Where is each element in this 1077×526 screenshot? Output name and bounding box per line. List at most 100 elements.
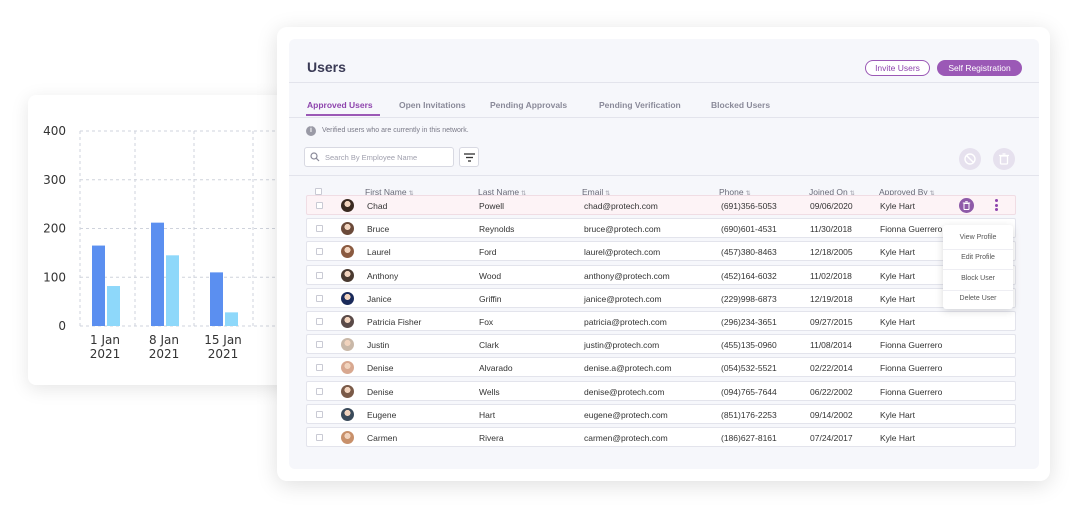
avatar bbox=[341, 245, 354, 259]
bar-2-1 bbox=[107, 286, 120, 326]
cell-last-name: Ford bbox=[479, 247, 497, 258]
table-row[interactable]: Chad Powell chad@protech.com (691)356-5053 0… bbox=[306, 195, 1016, 215]
table-row[interactable]: Carmen Rivera carmen@protech.com (186)627-8… bbox=[306, 427, 1016, 447]
menu-delete-user[interactable]: Delete User bbox=[943, 295, 1013, 302]
bar-2-3 bbox=[225, 312, 238, 326]
cell-last-name: Reynolds bbox=[479, 224, 515, 235]
page-title: Users bbox=[307, 59, 346, 75]
avatar bbox=[341, 431, 354, 444]
cell-approved-by: Kyle Hart bbox=[880, 409, 915, 420]
cell-joined-on: 11/08/2014 bbox=[810, 340, 852, 351]
row-checkbox[interactable] bbox=[316, 364, 323, 372]
tab-blocked-users[interactable]: Blocked Users bbox=[711, 100, 770, 110]
cell-joined-on: 06/22/2002 bbox=[810, 386, 853, 397]
cell-approved-by: Kyle Hart bbox=[880, 270, 915, 281]
table-row[interactable]: Laurel Ford laurel@protech.com (457)380-846… bbox=[306, 241, 1016, 262]
block-icon bbox=[964, 153, 976, 165]
menu-edit-profile[interactable]: Edit Profile bbox=[943, 254, 1013, 261]
invite-users-button[interactable]: Invite Users bbox=[865, 60, 930, 76]
avatar bbox=[341, 268, 354, 282]
cell-first-name: Denise bbox=[367, 363, 394, 374]
table-row[interactable]: Anthony Wood anthony@protech.com (452)164-6… bbox=[306, 264, 1016, 285]
menu-view-profile[interactable]: View Profile bbox=[943, 234, 1013, 241]
avatar bbox=[341, 361, 354, 375]
cell-joined-on: 02/22/2014 bbox=[810, 363, 853, 374]
y-tick-label: 0 bbox=[58, 319, 66, 333]
avatar bbox=[341, 222, 354, 236]
cell-approved-by: Fionna Guerrero bbox=[880, 224, 943, 235]
cell-last-name: Wells bbox=[479, 386, 500, 397]
row-checkbox[interactable] bbox=[316, 410, 323, 418]
cell-approved-by: Kyle Hart bbox=[880, 201, 915, 211]
search-input[interactable] bbox=[325, 151, 450, 164]
bar-chart: 01002003004001 Jan20218 Jan202115 Jan202… bbox=[43, 124, 298, 361]
cell-last-name: Powell bbox=[479, 201, 505, 211]
cell-joined-on: 11/02/2018 bbox=[810, 270, 852, 281]
info-text: Verified users who are currently in this… bbox=[322, 127, 469, 134]
cell-joined-on: 12/19/2018 bbox=[810, 293, 853, 304]
avatar bbox=[341, 315, 354, 328]
tabs-divider bbox=[289, 117, 1039, 118]
table-row[interactable]: Janice Griffin janice@protech.com (229)998-… bbox=[306, 287, 1016, 308]
bar-1-1 bbox=[92, 245, 105, 326]
row-checkbox[interactable] bbox=[316, 434, 323, 441]
x-tick-label: 15 Jan bbox=[204, 333, 242, 347]
cell-approved-by: Kyle Hart bbox=[880, 293, 915, 304]
tab-approved-users[interactable]: Approved Users bbox=[307, 100, 373, 110]
cell-first-name: Chad bbox=[367, 201, 388, 211]
table-row[interactable]: Justin Clark justin@protech.com (455)135-09… bbox=[306, 334, 1016, 355]
avatar bbox=[341, 407, 354, 421]
row-more-icon[interactable] bbox=[995, 199, 999, 213]
menu-divider bbox=[943, 269, 1013, 270]
cell-joined-on: 09/14/2002 bbox=[810, 409, 853, 420]
cell-email: bruce@protech.com bbox=[584, 224, 661, 235]
cell-last-name: Fox bbox=[479, 317, 494, 327]
row-checkbox[interactable] bbox=[316, 202, 323, 209]
y-tick-label: 200 bbox=[43, 222, 66, 236]
cell-phone: (054)532-5521 bbox=[721, 363, 777, 374]
cell-first-name: Patricia Fisher bbox=[367, 317, 422, 327]
table-row[interactable]: Bruce Reynolds bruce@protech.com (690)601-4… bbox=[306, 218, 1016, 239]
tab-open-invitations[interactable]: Open Invitations bbox=[399, 100, 466, 110]
table-row[interactable]: Eugene Hart eugene@protech.com (851)176-225… bbox=[306, 403, 1016, 424]
row-checkbox[interactable] bbox=[316, 387, 323, 395]
row-checkbox[interactable] bbox=[316, 248, 323, 256]
row-checkbox[interactable] bbox=[316, 294, 323, 302]
cell-phone: (690)601-4531 bbox=[721, 224, 777, 235]
cell-email: patricia@protech.com bbox=[584, 317, 667, 327]
cell-email: carmen@protech.com bbox=[584, 433, 668, 443]
cell-email: justin@protech.com bbox=[584, 340, 660, 351]
filter-button[interactable] bbox=[459, 147, 479, 167]
cell-approved-by: Fionna Guerrero bbox=[880, 386, 943, 397]
select-all-checkbox[interactable] bbox=[315, 188, 322, 195]
cell-last-name: Alvarado bbox=[479, 363, 513, 374]
avatar bbox=[341, 384, 354, 398]
cell-first-name: Denise bbox=[367, 386, 394, 397]
row-context-menu: View Profile Edit Profile Block User Del… bbox=[943, 225, 1013, 309]
table-row[interactable]: Denise Alvarado denise.a@protech.com (054)5… bbox=[306, 357, 1016, 378]
block-selected-button[interactable] bbox=[959, 148, 981, 170]
row-checkbox[interactable] bbox=[316, 271, 323, 279]
x-tick-label: 1 Jan bbox=[90, 333, 120, 347]
cell-phone: (094)765-7644 bbox=[721, 386, 777, 397]
cell-phone: (457)380-8463 bbox=[721, 247, 777, 258]
search-box[interactable] bbox=[304, 147, 454, 167]
row-delete-button[interactable] bbox=[959, 198, 974, 213]
row-checkbox[interactable] bbox=[316, 318, 323, 325]
row-checkbox[interactable] bbox=[316, 225, 323, 233]
cell-last-name: Rivera bbox=[479, 433, 504, 443]
header-divider bbox=[289, 82, 1039, 83]
active-tab-indicator bbox=[306, 114, 380, 116]
row-checkbox[interactable] bbox=[316, 341, 323, 349]
chart-card: 0 100 200 300 400 1 Jan 2021 8 Jan 2021 15 Jan 202… bbox=[28, 95, 298, 385]
table-row[interactable]: Denise Wells denise@protech.com (094)765-76… bbox=[306, 380, 1016, 401]
tab-pending-verification[interactable]: Pending Verification bbox=[599, 100, 681, 110]
menu-block-user[interactable]: Block User bbox=[943, 275, 1013, 282]
x-tick-label: 2021 bbox=[90, 347, 121, 361]
self-registration-button[interactable]: Self Registration bbox=[937, 60, 1022, 76]
table-row[interactable]: Patricia Fisher Fox patricia@protech.com (2… bbox=[306, 311, 1016, 331]
cell-joined-on: 11/30/2018 bbox=[810, 224, 852, 235]
cell-approved-by: Fionna Guerrero bbox=[880, 340, 943, 351]
tab-pending-approvals[interactable]: Pending Approvals bbox=[490, 100, 567, 110]
delete-selected-button[interactable] bbox=[993, 148, 1015, 170]
